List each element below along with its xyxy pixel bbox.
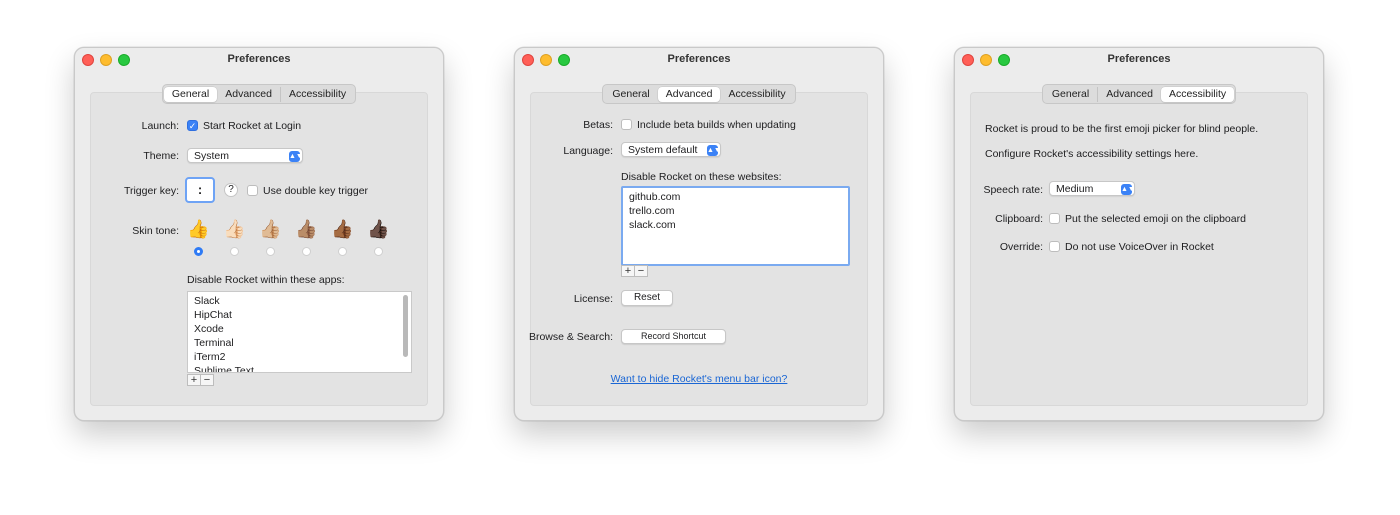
hide-menu-bar-icon-link[interactable]: Want to hide Rocket's menu bar icon?	[611, 373, 788, 385]
accessibility-intro: Rocket is proud to be the first emoji pi…	[985, 123, 1259, 135]
list-item[interactable]: trello.com	[623, 204, 848, 218]
reset-button[interactable]: Reset	[621, 290, 673, 306]
clipboard-checkbox[interactable]	[1049, 213, 1060, 224]
start-at-login-checkbox[interactable]: ✓	[187, 120, 198, 131]
tab-general[interactable]: General	[1044, 86, 1099, 102]
skin-tone-radio-5[interactable]	[374, 247, 383, 256]
tab-advanced[interactable]: Advanced	[1098, 87, 1161, 102]
record-shortcut-button[interactable]: Record Shortcut	[621, 329, 726, 344]
theme-popup[interactable]: System ▲▼	[187, 148, 303, 163]
tab-accessibility[interactable]: Accessibility	[720, 87, 793, 102]
list-item[interactable]: Sublime Text	[188, 364, 411, 372]
skin-tone-dark-icon[interactable]: 👍🏿	[367, 219, 389, 239]
clipboard-label: Clipboard:	[995, 213, 1043, 225]
accessibility-subtext: Configure Rocket's accessibility setting…	[985, 148, 1199, 160]
window-title: Preferences	[1107, 53, 1171, 65]
trigger-key-value: :	[197, 182, 203, 197]
preferences-window-advanced: Preferences General Advanced Accessibili…	[514, 47, 884, 421]
tab-bar: General Advanced Accessibility	[955, 84, 1323, 104]
add-website-button[interactable]: +	[622, 266, 634, 277]
help-button[interactable]: ?	[224, 183, 238, 197]
override-label: Override:	[999, 241, 1043, 253]
chevron-updown-icon: ▲▼	[707, 144, 721, 156]
websites-add-remove: + −	[621, 265, 648, 277]
skin-tone-light-icon[interactable]: 👍🏻	[223, 219, 245, 239]
double-key-label: Use double key trigger	[263, 185, 369, 197]
skin-tone-radio-2[interactable]	[266, 247, 275, 256]
beta-builds-checkbox[interactable]	[621, 119, 632, 130]
list-item[interactable]: iTerm2	[188, 350, 411, 364]
launch-label: Launch:	[141, 120, 179, 132]
list-item[interactable]: Slack	[188, 294, 411, 308]
remove-website-button[interactable]: −	[634, 266, 647, 277]
language-popup[interactable]: System default ▲▼	[621, 142, 721, 157]
preferences-window-accessibility: Preferences General Advanced Accessibili…	[954, 47, 1324, 421]
websites-heading: Disable Rocket on these websites:	[621, 171, 782, 183]
license-label: License:	[573, 293, 613, 305]
apps-list[interactable]: Slack HipChat Xcode Terminal iTerm2 Subl…	[187, 291, 412, 373]
theme-value: System	[194, 150, 230, 162]
skin-tone-radio-4[interactable]	[338, 247, 347, 256]
add-app-button[interactable]: +	[188, 375, 200, 386]
trigger-key-field[interactable]: :	[185, 177, 215, 203]
list-item[interactable]: github.com	[623, 190, 848, 204]
beta-builds-label: Include beta builds when updating	[637, 119, 796, 131]
chevron-updown-icon: ▲▼	[1121, 183, 1135, 195]
titlebar[interactable]: Preferences	[75, 48, 443, 70]
tab-accessibility[interactable]: Accessibility	[1160, 86, 1235, 102]
tab-bar: General Advanced Accessibility	[515, 84, 883, 104]
skin-tone-label: Skin tone:	[132, 225, 179, 237]
tab-advanced[interactable]: Advanced	[657, 86, 721, 102]
remove-app-button[interactable]: −	[200, 375, 213, 386]
skin-tone-medium-light-icon[interactable]: 👍🏼	[259, 219, 281, 239]
language-value: System default	[628, 144, 698, 156]
tab-general[interactable]: General	[163, 86, 218, 102]
language-label: Language:	[563, 145, 613, 157]
skin-tone-radio-3[interactable]	[302, 247, 311, 256]
apps-add-remove: + −	[187, 374, 214, 386]
tab-bar: General Advanced Accessibility	[75, 84, 443, 104]
titlebar[interactable]: Preferences	[955, 48, 1323, 70]
list-item[interactable]: HipChat	[188, 308, 411, 322]
list-item[interactable]: Terminal	[188, 336, 411, 350]
double-key-checkbox[interactable]	[247, 185, 258, 196]
clipboard-checkbox-label: Put the selected emoji on the clipboard	[1065, 213, 1246, 225]
start-at-login-label: Start Rocket at Login	[203, 120, 302, 132]
theme-label: Theme:	[143, 150, 179, 162]
speech-rate-label: Speech rate:	[983, 184, 1043, 196]
trigger-key-label: Trigger key:	[123, 185, 179, 197]
speech-rate-value: Medium	[1056, 183, 1094, 195]
tab-general[interactable]: General	[604, 87, 657, 102]
websites-list[interactable]: github.com trello.com slack.com	[621, 186, 850, 266]
skin-tone-radio-0[interactable]	[194, 247, 203, 256]
window-title: Preferences	[227, 53, 291, 65]
preferences-window-general: Preferences General Advanced Accessibili…	[74, 47, 444, 421]
apps-heading: Disable Rocket within these apps:	[187, 274, 345, 286]
skin-tone-radio-1[interactable]	[230, 247, 239, 256]
tab-accessibility[interactable]: Accessibility	[281, 87, 354, 102]
browse-search-label: Browse & Search:	[528, 331, 613, 343]
window-title: Preferences	[667, 53, 731, 65]
scrollbar-thumb[interactable]	[403, 295, 408, 357]
betas-label: Betas:	[583, 119, 613, 131]
tab-advanced[interactable]: Advanced	[217, 86, 281, 102]
link-row: Want to hide Rocket's menu bar icon?	[515, 373, 883, 385]
chevron-updown-icon: ▲▼	[289, 150, 303, 162]
skin-tone-medium-icon[interactable]: 👍🏽	[295, 219, 317, 239]
skin-tone-medium-dark-icon[interactable]: 👍🏾	[331, 219, 353, 239]
override-checkbox[interactable]	[1049, 241, 1060, 252]
override-checkbox-label: Do not use VoiceOver in Rocket	[1065, 241, 1214, 253]
list-item[interactable]: Xcode	[188, 322, 411, 336]
speech-rate-popup[interactable]: Medium ▲▼	[1049, 181, 1135, 196]
list-item[interactable]: slack.com	[623, 218, 848, 232]
skin-tone-default-icon[interactable]: 👍	[187, 219, 209, 239]
titlebar[interactable]: Preferences	[515, 48, 883, 70]
